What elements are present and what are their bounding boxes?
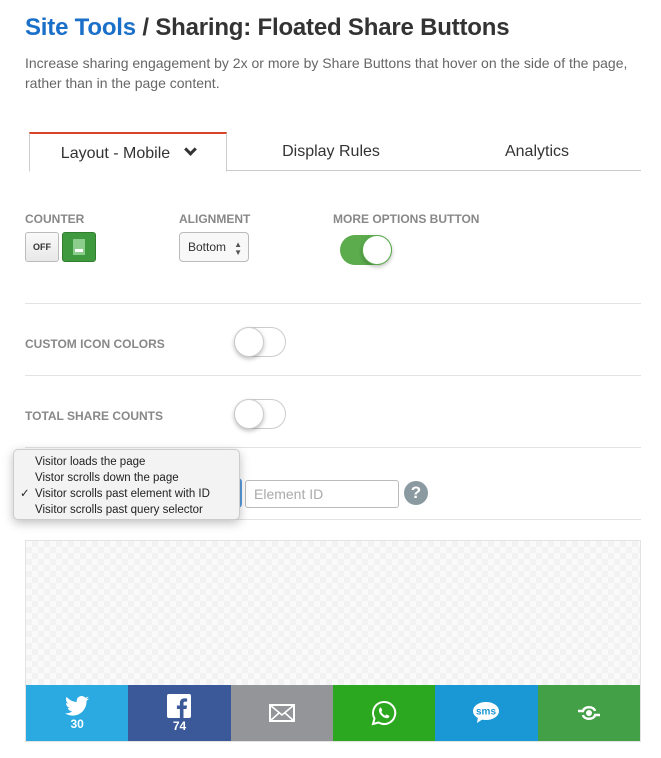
email-icon — [268, 704, 295, 722]
total-share-counts-label: TOTAL SHARE COUNTS — [25, 409, 164, 423]
tab-label: Layout - Mobile — [60, 145, 171, 162]
menu-item-label: Visitor loads the page — [35, 456, 146, 468]
alignment-select[interactable]: Bottom ▲ ▼ — [179, 232, 249, 262]
page-subtitle: Increase sharing engagement by 2x or mor… — [25, 55, 628, 91]
counter-off-button[interactable]: OFF — [25, 232, 59, 262]
preview-area: 30 74 sms — [25, 540, 641, 742]
menu-item-label: Vistor scrolls down the page — [35, 472, 179, 484]
more-options-toggle[interactable] — [340, 235, 392, 265]
element-id-input[interactable] — [245, 480, 399, 508]
toggle-knob — [362, 235, 392, 265]
more-options-share-button[interactable] — [537, 685, 640, 741]
more-options-icon — [577, 706, 600, 720]
breadcrumb-site-tools[interactable]: Site Tools — [25, 14, 136, 41]
more-options-label: MORE OPTIONS BUTTON — [333, 212, 480, 226]
toggle-knob — [234, 327, 264, 357]
sms-share-button[interactable]: sms — [435, 685, 538, 741]
whatsapp-icon — [371, 700, 397, 726]
share-bar: 30 74 sms — [26, 685, 640, 741]
trigger-dropdown-menu: Visitor loads the page Vistor scrolls do… — [13, 449, 240, 520]
chevron-down-icon — [184, 143, 198, 156]
share-count: 30 — [70, 716, 84, 731]
share-count: 74 — [172, 718, 187, 733]
counter-icon — [73, 239, 85, 255]
title-text: Sharing: Floated Share Buttons — [155, 14, 510, 41]
custom-icon-colors-toggle[interactable] — [234, 327, 286, 357]
tab-layout-mobile[interactable]: Layout - Mobile — [29, 132, 227, 172]
checkmark-icon: ✓ — [20, 488, 30, 500]
page-title: Site Tools / Sharing: Floated Share Butt… — [25, 14, 510, 42]
counter-label: COUNTER — [25, 212, 85, 226]
help-icon[interactable]: ? — [404, 481, 428, 505]
tab-display-rules[interactable]: Display Rules — [231, 132, 431, 171]
menu-item[interactable]: Visitor scrolls past query selector — [14, 502, 239, 518]
whatsapp-share-button[interactable] — [332, 685, 436, 741]
facebook-icon — [167, 693, 192, 718]
facebook-share-button[interactable]: 74 — [128, 685, 231, 741]
toggle-knob — [234, 399, 264, 429]
custom-icon-colors-label: CUSTOM ICON COLORS — [25, 337, 165, 351]
tab-bar: Layout - Mobile Display Rules Analytics — [29, 132, 641, 172]
divider — [25, 375, 641, 376]
menu-item-selected[interactable]: ✓ Visitor scrolls past element with ID — [14, 486, 239, 502]
breadcrumb-separator: / — [135, 14, 156, 41]
sms-icon: sms — [473, 702, 500, 723]
select-arrows-icon: ▲ ▼ — [234, 240, 242, 257]
divider — [25, 303, 641, 304]
menu-item[interactable]: Vistor scrolls down the page — [14, 470, 239, 486]
divider — [25, 447, 641, 448]
email-share-button[interactable] — [230, 685, 333, 741]
total-share-counts-toggle[interactable] — [234, 399, 286, 429]
menu-item[interactable]: Visitor loads the page — [14, 454, 239, 470]
alignment-label: ALIGNMENT — [179, 212, 251, 226]
alignment-value: Bottom — [188, 240, 227, 254]
menu-item-label: Visitor scrolls past query selector — [35, 504, 203, 516]
counter-on-button[interactable] — [62, 232, 96, 262]
tab-analytics[interactable]: Analytics — [437, 132, 637, 171]
menu-item-label: Visitor scrolls past element with ID — [35, 488, 210, 500]
sms-text: sms — [476, 707, 496, 718]
twitter-share-button[interactable]: 30 — [26, 685, 129, 741]
twitter-icon — [65, 695, 90, 716]
